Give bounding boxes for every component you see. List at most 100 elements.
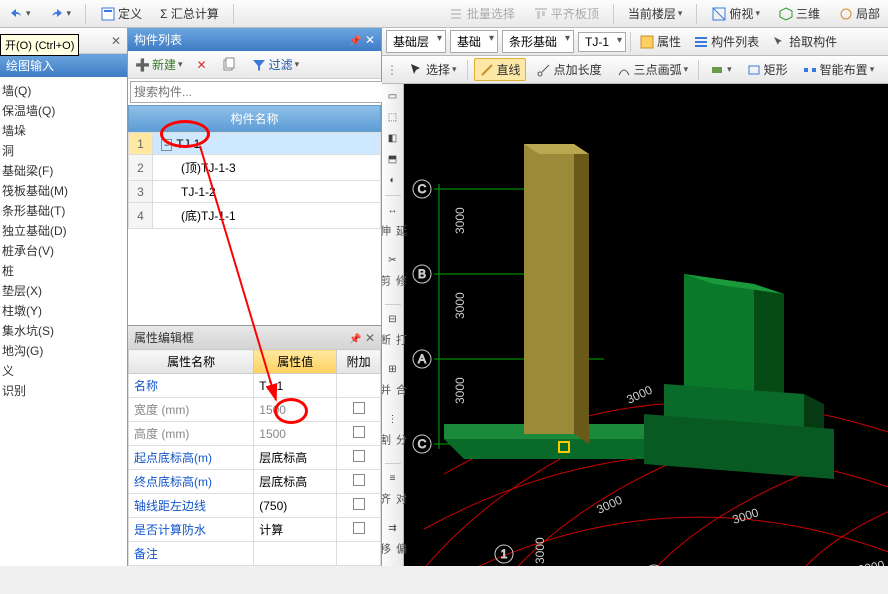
copy-button[interactable] bbox=[217, 55, 241, 75]
batch-select-button[interactable]: 批量选择 bbox=[445, 3, 519, 24]
svg-text:B: B bbox=[418, 267, 426, 281]
svg-text:3000: 3000 bbox=[533, 537, 547, 564]
draw-input-tab[interactable]: 绘图输入 bbox=[0, 54, 127, 77]
draw-toolbar: ⋮ 选择▾ 直线 点加长度 三点画弧▾ ▾ 矩形 智能布置▾ bbox=[382, 56, 888, 84]
tree-item[interactable]: 识别 bbox=[2, 381, 125, 401]
tree-item[interactable]: 柱墩(Y) bbox=[2, 301, 125, 321]
trim-icon[interactable]: ✂ bbox=[384, 252, 402, 269]
svg-text:3000: 3000 bbox=[453, 292, 467, 319]
table-row[interactable]: 4(底)TJ-1-1 bbox=[129, 203, 381, 229]
tool-icon[interactable]: ⬚ bbox=[384, 109, 402, 126]
merge-icon[interactable]: ⊞ bbox=[384, 361, 402, 378]
select-tool-button[interactable]: 选择▾ bbox=[404, 59, 461, 80]
component-list-button[interactable]: 构件列表 bbox=[689, 31, 763, 52]
tree-item[interactable]: 桩 bbox=[2, 261, 125, 281]
align-icon[interactable]: ≡ bbox=[384, 470, 402, 487]
pin-icon[interactable]: 📌 bbox=[349, 36, 361, 47]
offset-icon[interactable]: ⇉ bbox=[384, 520, 402, 537]
checkbox[interactable] bbox=[353, 402, 365, 414]
checkbox[interactable] bbox=[353, 450, 365, 462]
property-panel-title: 属性编辑框 bbox=[134, 329, 194, 346]
table-row[interactable]: 2(顶)TJ-1-3 bbox=[129, 155, 381, 181]
property-row[interactable]: 名称TJ-1 bbox=[129, 374, 381, 398]
3d-scene: C B A C 1 2 3 3000 3000 3000 3000 3000 3… bbox=[404, 84, 888, 566]
component-table: 1−TJ-12(顶)TJ-1-33TJ-1-24(底)TJ-1-1 bbox=[128, 132, 381, 229]
tree-item[interactable]: 墙垛 bbox=[2, 121, 125, 141]
tree-item[interactable]: 义 bbox=[2, 361, 125, 381]
tree-item[interactable]: 桩承台(V) bbox=[2, 241, 125, 261]
top-view-button[interactable]: 俯视▾ bbox=[707, 3, 764, 24]
pin-icon[interactable]: 📌 bbox=[349, 334, 361, 345]
component-select[interactable]: TJ-1 bbox=[578, 32, 626, 52]
edit-toolbar: ▭ ⬚ ◧ ⬒ ◐ ↔ 延伸 ✂ 修剪 ⊟ 打断 ⊞ 合并 ⋮ 分割 ≡ 对齐 bbox=[382, 84, 404, 566]
svg-text:3000: 3000 bbox=[453, 377, 467, 404]
tree-item[interactable]: 条形基础(T) bbox=[2, 201, 125, 221]
new-component-button[interactable]: ➕ 新建▾ bbox=[131, 54, 187, 75]
property-row[interactable]: 宽度 (mm)1500 bbox=[129, 398, 381, 422]
checkbox[interactable] bbox=[353, 426, 365, 438]
prop-col-name: 属性名称 bbox=[129, 350, 254, 374]
smart-layout-button[interactable]: 智能布置▾ bbox=[798, 59, 879, 80]
tree-item[interactable]: 集水坑(S) bbox=[2, 321, 125, 341]
current-floor-button[interactable]: 当前楼层▾ bbox=[624, 3, 687, 24]
extend-icon[interactable]: ↔ bbox=[384, 202, 402, 219]
more-button[interactable]: ▾ bbox=[705, 60, 736, 80]
property-button[interactable]: 属性 bbox=[635, 31, 685, 52]
property-row[interactable]: 终点底标高(m)层底标高 bbox=[129, 470, 381, 494]
add-length-button[interactable]: 点加长度 bbox=[532, 59, 606, 80]
checkbox[interactable] bbox=[353, 498, 365, 510]
redo-button[interactable]: ▾ bbox=[45, 4, 76, 24]
type-select[interactable]: 条形基础 bbox=[502, 30, 574, 53]
file-open-tooltip: 开(O) (Ctrl+O) bbox=[0, 34, 79, 56]
3d-viewport[interactable]: ▭ ⬚ ◧ ⬒ ◐ ↔ 延伸 ✂ 修剪 ⊟ 打断 ⊞ 合并 ⋮ 分割 ≡ 对齐 bbox=[382, 84, 888, 566]
tree-item[interactable]: 独立基础(D) bbox=[2, 221, 125, 241]
tree-item[interactable]: 基础梁(F) bbox=[2, 161, 125, 181]
svg-text:1: 1 bbox=[501, 547, 508, 561]
property-row[interactable]: 轴线距左边线(750) bbox=[129, 494, 381, 518]
property-row[interactable]: 备注 bbox=[129, 542, 381, 566]
rect-tool-button[interactable]: 矩形 bbox=[742, 59, 792, 80]
define-button[interactable]: 定义 bbox=[96, 3, 146, 24]
tool-icon[interactable]: ◧ bbox=[384, 130, 402, 147]
break-icon[interactable]: ⊟ bbox=[384, 311, 402, 328]
tree-item[interactable]: 墙(Q) bbox=[2, 81, 125, 101]
line-tool-button[interactable]: 直线 bbox=[474, 58, 526, 81]
main-toolbar: ▾ ▾ 定义 Σ 汇总计算 批量选择 平齐板顶 当前楼层▾ 俯视▾ 三维 局部 bbox=[0, 0, 888, 28]
context-toolbar: 基础层 基础 条形基础 TJ-1 属性 构件列表 拾取构件 bbox=[382, 28, 888, 56]
tree-item[interactable]: 保温墙(Q) bbox=[2, 101, 125, 121]
close-icon[interactable]: ✕ bbox=[365, 33, 375, 47]
pick-component-button[interactable]: 拾取构件 bbox=[767, 31, 841, 52]
sum-button[interactable]: Σ 汇总计算 bbox=[156, 3, 223, 24]
local-button[interactable]: 局部 bbox=[834, 3, 884, 24]
tree-item[interactable]: 筏板基础(M) bbox=[2, 181, 125, 201]
category-tree[interactable]: 墙(Q)保温墙(Q)墙垛洞基础梁(F)筏板基础(M)条形基础(T)独立基础(D)… bbox=[0, 77, 127, 566]
3d-view-button[interactable]: 三维 bbox=[774, 3, 824, 24]
table-row[interactable]: 3TJ-1-2 bbox=[129, 180, 381, 202]
close-icon[interactable]: ✕ bbox=[111, 34, 121, 48]
component-toolbar: ➕ 新建▾ ✕ 过滤▾ bbox=[128, 51, 381, 79]
checkbox[interactable] bbox=[353, 522, 365, 534]
search-input[interactable] bbox=[130, 81, 383, 103]
tree-item[interactable]: 地沟(G) bbox=[2, 341, 125, 361]
property-row[interactable]: 高度 (mm)1500 bbox=[129, 422, 381, 446]
align-top-button[interactable]: 平齐板顶 bbox=[529, 3, 603, 24]
table-row[interactable]: 1−TJ-1 bbox=[129, 133, 381, 155]
tree-item[interactable]: 洞 bbox=[2, 141, 125, 161]
tool-icon[interactable]: ▭ bbox=[384, 88, 402, 105]
category-select[interactable]: 基础 bbox=[450, 30, 498, 53]
layer-select[interactable]: 基础层 bbox=[386, 30, 446, 53]
arc-tool-button[interactable]: 三点画弧▾ bbox=[612, 59, 693, 80]
checkbox[interactable] bbox=[353, 474, 365, 486]
filter-button[interactable]: 过滤▾ bbox=[247, 54, 304, 75]
property-row[interactable]: 是否计算防水计算 bbox=[129, 518, 381, 542]
tree-item[interactable]: 垫层(X) bbox=[2, 281, 125, 301]
delete-button[interactable]: ✕ bbox=[193, 56, 211, 74]
tool-icon[interactable]: ◐ bbox=[384, 172, 402, 189]
left-panel: 开(O) (Ctrl+O) ✕ 绘图输入 墙(Q)保温墙(Q)墙垛洞基础梁(F)… bbox=[0, 28, 128, 566]
split-icon[interactable]: ⋮ bbox=[384, 411, 402, 428]
close-icon[interactable]: ✕ bbox=[365, 331, 375, 345]
undo-button[interactable]: ▾ bbox=[4, 4, 35, 24]
property-row[interactable]: 起点底标高(m)层底标高 bbox=[129, 446, 381, 470]
svg-text:3000: 3000 bbox=[624, 383, 654, 407]
tool-icon[interactable]: ⬒ bbox=[384, 151, 402, 168]
